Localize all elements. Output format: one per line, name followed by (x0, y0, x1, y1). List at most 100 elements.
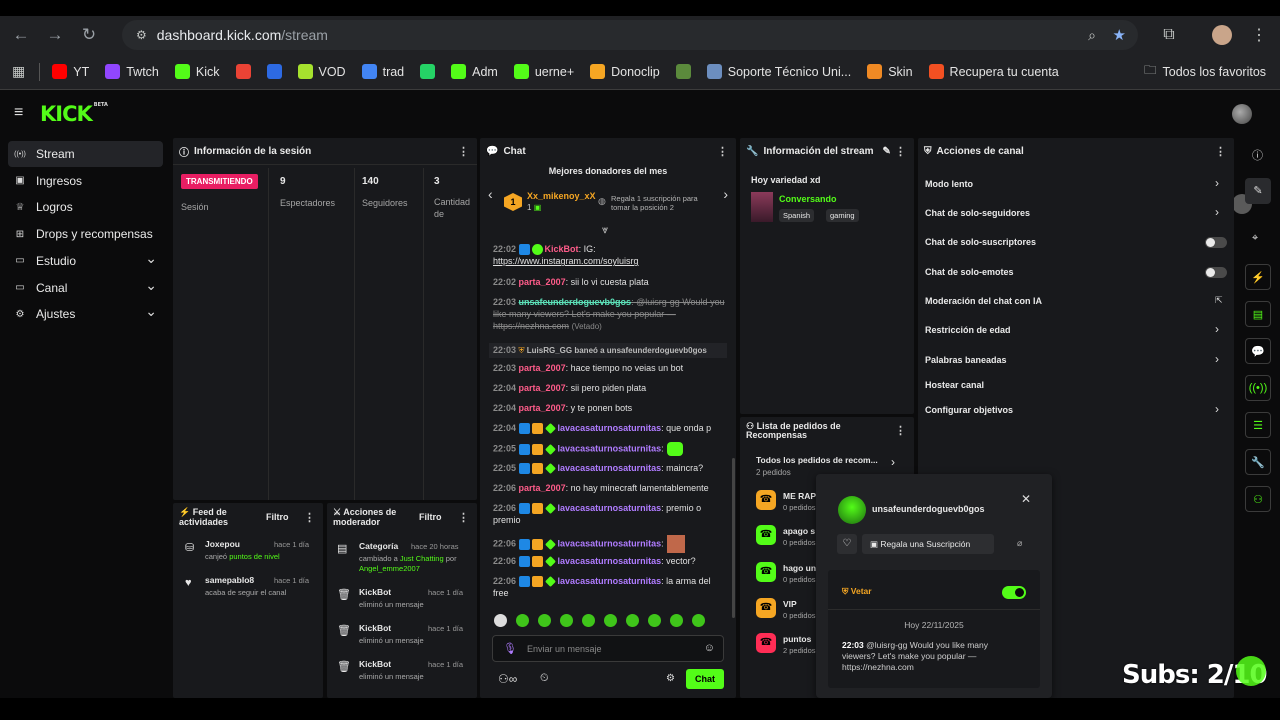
channel-action-label[interactable]: Chat de solo-emotes (925, 267, 1014, 277)
chat-link[interactable]: https://www.instagram.com/soyluisrg (493, 256, 639, 266)
sidebar-item-ajustes[interactable]: ⚙ Ajustes ⌄ (8, 301, 163, 327)
reward-name[interactable]: hago un (783, 563, 817, 573)
chat-username[interactable]: lavacasaturnosaturnitas (558, 503, 662, 513)
modaction-user[interactable]: Categoría (359, 541, 398, 551)
timer-icon[interactable]: ⏲ (540, 672, 549, 685)
channel-action-label[interactable]: Chat de solo-suscriptores (925, 237, 1036, 247)
chat-system-message[interactable]: 22:03 ⛨ LuisRG_GG baneó a unsafeunderdog… (489, 343, 727, 358)
bookmark-item[interactable] (235, 64, 251, 79)
forward-icon[interactable]: → (38, 18, 72, 52)
reward-name[interactable]: VIP (783, 599, 817, 609)
info-circle-icon[interactable]: ⓘ (1252, 147, 1263, 163)
bookmark-item[interactable]: Donoclip (590, 64, 660, 79)
rewards-menu-icon[interactable]: ⋮ (895, 424, 906, 437)
chat-message[interactable]: 22:03 unsafeunderdoguevb0gos: @luisrg-gg… (493, 296, 725, 333)
channel-action-label[interactable]: Hostear canal (925, 380, 984, 390)
chat-username[interactable]: parta_2007 (519, 383, 566, 393)
bookmark-item[interactable]: Recupera tu cuenta (928, 64, 1059, 79)
expand-down-icon[interactable]: ⩔ (602, 224, 608, 237)
bookmark-item[interactable]: Adm (451, 64, 498, 79)
emote-icon[interactable] (648, 614, 661, 627)
kick-logo[interactable]: KICK BETA (40, 102, 108, 126)
user-card-username[interactable]: unsafeunderdoguevb0gos (872, 504, 985, 514)
channel-action-label[interactable]: Modo lento (925, 179, 973, 189)
edit-layout-icon[interactable]: ✎ (1245, 178, 1271, 204)
follow-heart-icon[interactable]: ♡ (837, 534, 857, 554)
emote-icon[interactable] (516, 614, 529, 627)
emote-icon[interactable] (670, 614, 683, 627)
chat-settings-icon[interactable]: ⚙ (666, 673, 675, 684)
chat-message[interactable]: 22:06 parta_2007: no hay minecraft lamen… (493, 482, 725, 494)
extensions-icon[interactable]: ⧉ (1154, 20, 1184, 50)
chat-username[interactable]: parta_2007 (519, 403, 566, 413)
channel-action-label[interactable]: Configurar objetivos (925, 405, 1013, 415)
chat-username[interactable]: parta_2007 (519, 483, 566, 493)
checklist-icon[interactable]: ☰ (1245, 412, 1271, 438)
bookmark-item[interactable]: YT (52, 64, 89, 79)
chat-message[interactable]: 22:04 parta_2007: sii pero piden plata (493, 382, 725, 394)
chat-message[interactable]: 22:06 lavacasaturnosaturnitas: la arma d… (493, 575, 725, 599)
back-icon[interactable]: ← (4, 18, 38, 52)
sidebar-item-canal[interactable]: ▭ Canal ⌄ (8, 275, 163, 301)
chat-username[interactable]: KickBot (545, 244, 579, 254)
emote-icon[interactable] (560, 614, 573, 627)
reward-name[interactable]: ME RAP (783, 491, 817, 501)
chat-message[interactable]: 22:04 parta_2007: y te ponen bots (493, 402, 725, 414)
toggle-switch[interactable] (1205, 267, 1227, 278)
chevron-right-icon[interactable]: › (1215, 322, 1219, 336)
session-menu-icon[interactable]: ⋮ (458, 145, 469, 158)
chevron-right-icon[interactable]: › (1215, 402, 1219, 416)
chat-username[interactable]: parta_2007 (519, 277, 566, 287)
chat-message[interactable]: 22:06 lavacasaturnosaturnitas: premio o … (493, 502, 725, 526)
bookmark-item[interactable]: trad (361, 64, 404, 79)
bookmark-item[interactable] (266, 64, 282, 79)
send-chat-button[interactable]: Chat (686, 669, 724, 689)
address-bar[interactable]: ⚙ dashboard.kick.com/stream ⌕ ★ (122, 20, 1138, 50)
chevron-right-icon[interactable]: › (1215, 352, 1219, 366)
broadcast-tool-icon[interactable]: ((•)) (1245, 375, 1271, 401)
channel-action-label[interactable]: Moderación del chat con IA (925, 296, 1042, 306)
sidebar-item-stream[interactable]: ((•)) Stream (8, 141, 163, 167)
profile-avatar[interactable] (1207, 20, 1237, 50)
modaction-user[interactable]: KickBot (359, 623, 391, 633)
rewards-all-arrow-icon[interactable]: › (891, 455, 895, 469)
chat-message[interactable]: 22:04 lavacasaturnosaturnitas: que onda … (493, 422, 725, 435)
chat-message[interactable]: 22:06 lavacasaturnosaturnitas: vector? (493, 555, 725, 568)
emote-icon[interactable] (582, 614, 595, 627)
channel-action-label[interactable]: Palabras baneadas (925, 355, 1007, 365)
group-icon[interactable]: ⚇∞ (498, 672, 517, 686)
activity-menu-icon[interactable]: ⋮ (304, 511, 315, 524)
donor-name[interactable]: Xx_mikenoy_xX (527, 191, 596, 201)
wrench-tool-icon[interactable]: 🔧 (1245, 449, 1271, 475)
close-icon[interactable]: ✕ (1021, 492, 1031, 506)
chat-message[interactable]: 22:03 parta_2007: hace tiempo no veias u… (493, 362, 725, 374)
emote-icon[interactable] (494, 614, 507, 627)
channel-action-label[interactable]: Chat de solo-seguidores (925, 208, 1030, 218)
prev-chevron-icon[interactable]: ‹ (488, 186, 493, 202)
gift-sub-button[interactable]: ▣ Regala una Suscripción (862, 534, 994, 554)
bookmark-item[interactable]: Kick (174, 64, 220, 79)
modaction-user[interactable]: KickBot (359, 659, 391, 669)
apps-grid-icon[interactable]: ▦ (12, 63, 25, 80)
activity-user[interactable]: samepablo8 (205, 575, 254, 585)
chat-message[interactable]: 22:05 lavacasaturnosaturnitas: (493, 442, 725, 456)
chat-username[interactable]: lavacasaturnosaturnitas (558, 556, 662, 566)
emote-icon[interactable] (692, 614, 705, 627)
toggle-switch[interactable] (1205, 237, 1227, 248)
lightning-icon[interactable]: ⚡ (1245, 264, 1271, 290)
chat-icon[interactable]: 💬 (1245, 338, 1271, 364)
chat-username[interactable]: lavacasaturnosaturnitas (558, 443, 662, 453)
channel-action-label[interactable]: Restricción de edad (925, 325, 1011, 335)
next-chevron-icon[interactable]: › (723, 186, 728, 202)
chat-input[interactable]: 🎙 Enviar un mensaje ☺ (492, 635, 724, 662)
group-tool-icon[interactable]: ⚇ (1245, 486, 1271, 512)
chat-username[interactable]: lavacasaturnosaturnitas (558, 463, 662, 473)
emote-icon[interactable] (626, 614, 639, 627)
stream-category[interactable]: Conversando (779, 194, 837, 204)
modaction-user[interactable]: KickBot (359, 587, 391, 597)
emote-icon[interactable] (538, 614, 551, 627)
mute-icon[interactable]: ⌀ (1017, 538, 1022, 549)
streaminfo-menu-icon[interactable]: ⋮ (895, 145, 906, 158)
reload-icon[interactable]: ↻ (72, 18, 106, 52)
chat-username[interactable]: lavacasaturnosaturnitas (558, 576, 662, 586)
